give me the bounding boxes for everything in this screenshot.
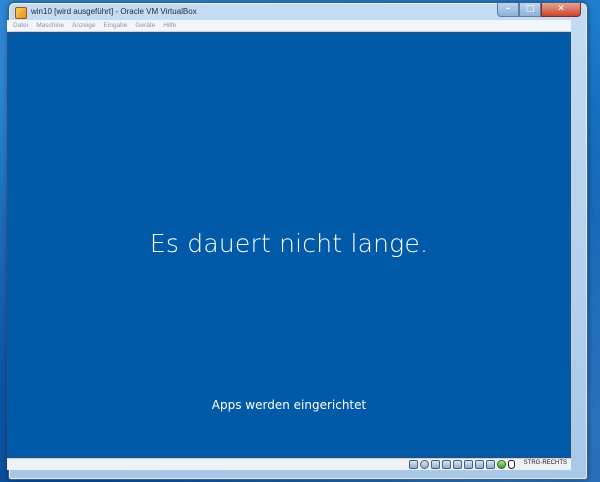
shared-folders-icon[interactable] xyxy=(464,460,473,469)
menu-anzeige[interactable]: Anzeige xyxy=(70,22,98,29)
host-key-label: STRG-RECHTS xyxy=(523,460,567,466)
virtualbox-app-icon[interactable] xyxy=(15,7,27,19)
menu-eingabe[interactable]: Eingabe xyxy=(102,22,130,29)
status-bar: STRG-RECHTS xyxy=(7,458,571,470)
maximize-button[interactable]: □ xyxy=(519,3,541,17)
menu-bar: Datei Maschine Anzeige Eingabe Geräte Hi… xyxy=(7,20,571,32)
window-title: win10 [wird ausgeführt] - Oracle VM Virt… xyxy=(31,7,197,16)
minimize-button[interactable]: – xyxy=(497,3,519,17)
setup-headline: Es dauert nicht lange. xyxy=(149,229,429,258)
hard-disk-icon[interactable] xyxy=(409,460,418,469)
caption-buttons: – □ ✕ xyxy=(497,3,581,19)
menu-datei[interactable]: Datei xyxy=(11,22,30,29)
mouse-integration-icon[interactable] xyxy=(508,460,515,469)
virtualization-icon[interactable] xyxy=(497,460,506,469)
menu-maschine[interactable]: Maschine xyxy=(34,22,66,29)
status-icons xyxy=(409,460,515,469)
menu-hilfe[interactable]: Hilfe xyxy=(161,22,178,29)
audio-icon[interactable] xyxy=(431,460,440,469)
vm-display[interactable]: Es dauert nicht lange. Apps werden einge… xyxy=(7,32,571,458)
setup-status-text: Apps werden eingerichtet xyxy=(211,398,367,412)
optical-drive-icon[interactable] xyxy=(420,460,429,469)
network-icon[interactable] xyxy=(442,460,451,469)
close-button[interactable]: ✕ xyxy=(541,3,581,17)
usb-icon[interactable] xyxy=(453,460,462,469)
video-capture-icon[interactable] xyxy=(486,460,495,469)
display-icon[interactable] xyxy=(475,460,484,469)
menu-geraete[interactable]: Geräte xyxy=(133,22,157,29)
